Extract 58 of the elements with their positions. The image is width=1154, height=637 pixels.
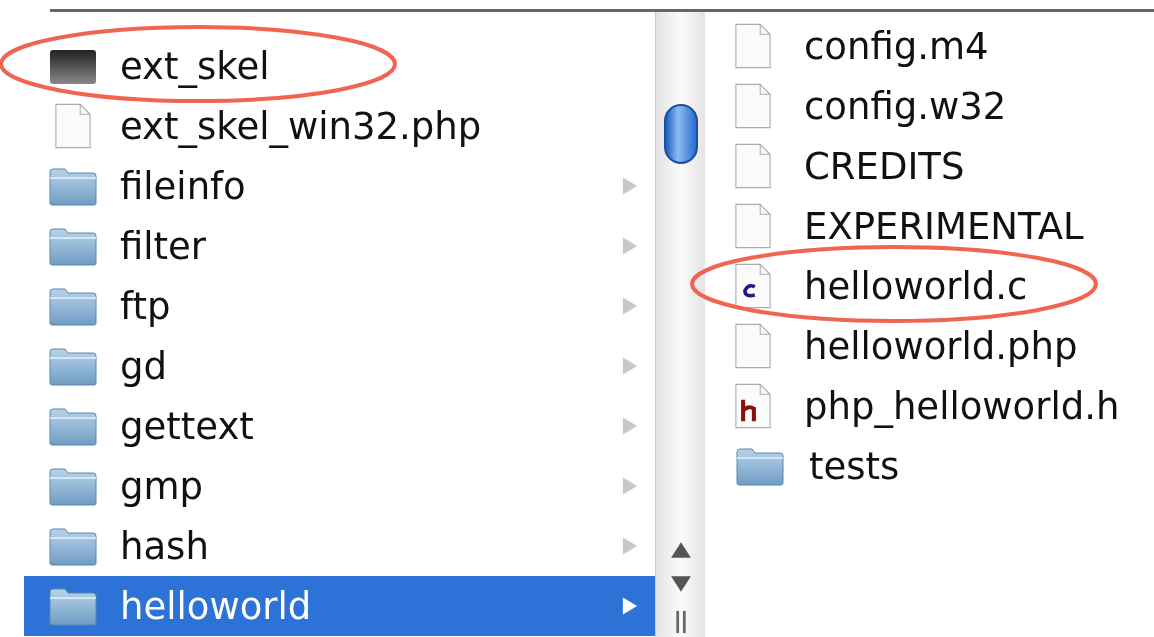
scrollbar[interactable] (655, 12, 705, 637)
file-name: config.m4 (804, 24, 990, 68)
file-row[interactable]: helloworld.c (727, 256, 1154, 316)
file-name: CREDITS (804, 144, 966, 188)
file-row[interactable]: ftp (24, 276, 655, 336)
file-name: helloworld.c (804, 264, 1029, 308)
document-icon (735, 83, 771, 129)
file-row[interactable]: php_helloworld.h (727, 376, 1154, 436)
file-name: config.w32 (804, 84, 1008, 128)
file-name: gd (120, 344, 168, 388)
file-name: ext_skel (120, 44, 271, 88)
folder-icon (48, 226, 98, 266)
file-row[interactable]: ext_skel (24, 36, 655, 96)
document-icon (735, 23, 771, 69)
file-name: gmp (120, 464, 204, 508)
folder-icon (48, 526, 98, 566)
file-row[interactable]: EXPERIMENTAL (727, 196, 1154, 256)
header-file-icon (735, 383, 771, 429)
file-name: tests (809, 444, 901, 488)
folder-icon (48, 586, 98, 626)
file-row[interactable]: hash (24, 516, 655, 576)
folder-icon (48, 166, 98, 206)
document-icon (735, 143, 771, 189)
folder-icon (735, 446, 785, 486)
file-row[interactable]: filter (24, 216, 655, 276)
folder-icon (48, 466, 98, 506)
file-row[interactable]: fileinfo (24, 156, 655, 216)
file-row[interactable]: CREDITS (727, 136, 1154, 196)
file-row[interactable]: gettext (24, 396, 655, 456)
file-row[interactable]: helloworld (24, 576, 655, 636)
file-row[interactable]: gd (24, 336, 655, 396)
resize-handle-icon[interactable] (673, 611, 688, 633)
file-name: ftp (120, 284, 172, 328)
scroll-up-icon[interactable] (669, 541, 692, 559)
scroll-down-icon[interactable] (669, 575, 692, 593)
file-name: helloworld.php (804, 324, 1079, 368)
file-row[interactable]: config.w32 (727, 76, 1154, 136)
file-name: php_helloworld.h (804, 384, 1121, 428)
document-icon (735, 203, 771, 249)
file-row[interactable]: tests (727, 436, 1154, 496)
file-name: filter (120, 224, 208, 268)
file-name: hash (120, 524, 210, 568)
file-name: fileinfo (120, 164, 247, 208)
file-row[interactable]: helloworld.php (727, 316, 1154, 376)
file-row[interactable]: config.m4 (727, 16, 1154, 76)
file-row[interactable]: ext_skel_win32.php (24, 96, 655, 156)
folder-icon (48, 406, 98, 446)
file-row[interactable]: gmp (24, 456, 655, 516)
file-name: helloworld (120, 584, 313, 628)
file-name: ext_skel_win32.php (120, 104, 483, 148)
document-icon (735, 323, 771, 369)
document-icon (55, 103, 91, 149)
c-source-file-icon (735, 263, 771, 309)
file-name: gettext (120, 404, 255, 448)
scroll-thumb[interactable] (663, 104, 698, 164)
folder-icon (48, 286, 98, 326)
file-name: EXPERIMENTAL (804, 204, 1085, 248)
folder-icon (48, 346, 98, 386)
